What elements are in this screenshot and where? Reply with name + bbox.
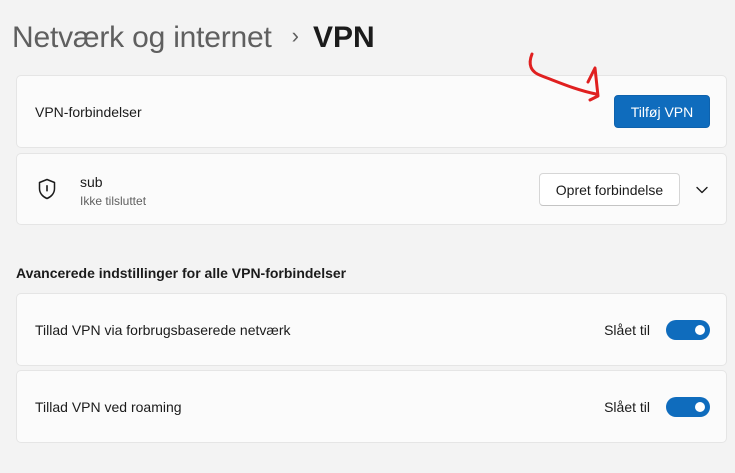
connect-button[interactable]: Opret forbindelse [539, 173, 680, 206]
toggle-knob [695, 324, 705, 335]
roaming-toggle[interactable] [666, 396, 710, 417]
add-vpn-button[interactable]: Tilføj VPN [614, 95, 710, 128]
setting-label: Tillad VPN via forbrugsbaserede netværk [35, 321, 291, 338]
chevron-down-icon[interactable] [694, 182, 710, 198]
vpn-connection-row[interactable]: sub Ikke tilsluttet Opret forbindelse [16, 153, 727, 225]
shield-icon [38, 178, 56, 200]
connection-name: sub [80, 174, 103, 190]
vpn-connections-label: VPN-forbindelser [35, 103, 142, 120]
breadcrumb: Netværk og internet › VPN [12, 16, 375, 60]
setting-label: Tillad VPN ved roaming [35, 398, 182, 415]
breadcrumb-parent[interactable]: Netværk og internet [12, 21, 272, 55]
connection-status: Ikke tilsluttet [80, 194, 147, 208]
toggle-knob [695, 401, 705, 412]
page-title: VPN [312, 21, 375, 54]
setting-row-roaming: Tillad VPN ved roaming Slået til [16, 370, 727, 443]
toggle-state-label: Slået til [604, 321, 650, 338]
advanced-settings-header: Avancerede indstillinger for alle VPN-fo… [16, 265, 347, 281]
setting-row-metered: Tillad VPN via forbrugsbaserede netværk … [16, 293, 727, 366]
breadcrumb-separator: › [291, 23, 299, 48]
vpn-connections-card: VPN-forbindelser Tilføj VPN [16, 75, 727, 148]
toggle-state-label: Slået til [604, 398, 650, 415]
metered-toggle[interactable] [666, 319, 710, 340]
